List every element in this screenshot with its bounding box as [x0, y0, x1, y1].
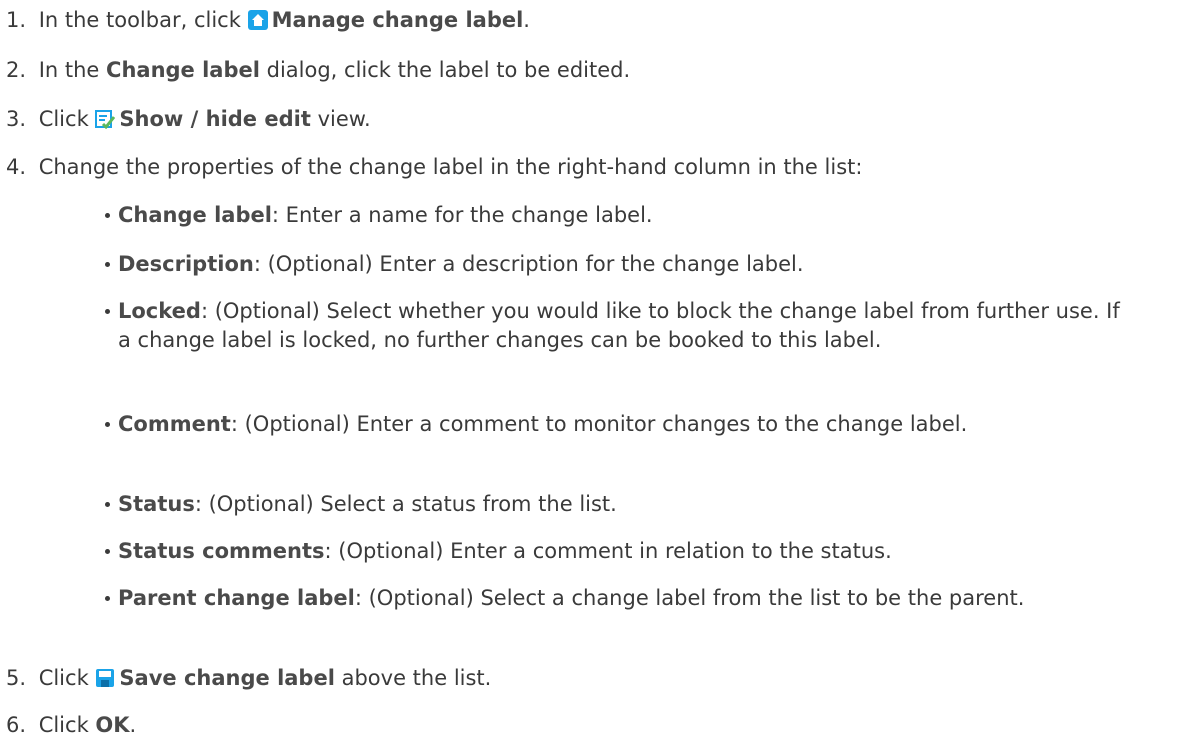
bullet-dot — [105, 213, 110, 218]
step-bold-label: Save change label — [119, 666, 335, 690]
step-text: . — [129, 713, 137, 737]
step-bold-label: Change label — [106, 58, 260, 82]
property-name: Status comments — [118, 539, 325, 563]
step-number: 4. — [6, 155, 27, 179]
step-text: . — [523, 8, 530, 32]
step-6: 6. Click OK. — [6, 711, 136, 739]
step-2: 2. In the Change label dialog, click the… — [6, 56, 630, 84]
property-item-change-label: Change label: Enter a name for the chang… — [105, 201, 1138, 230]
step-text: view. — [317, 107, 371, 131]
step-text: Click — [38, 713, 89, 737]
step-text: Click — [38, 666, 89, 690]
step-bold-label: Manage change label — [271, 8, 524, 32]
property-name: Locked — [118, 299, 201, 323]
step-5: 5. Click Save change label above the lis… — [6, 664, 491, 692]
property-description: : (Optional) Select a status from the li… — [194, 492, 617, 516]
step-4: 4. Change the properties of the change l… — [6, 153, 862, 181]
step-number: 5. — [6, 666, 27, 690]
property-item-parent-change-label: Parent change label: (Optional) Select a… — [105, 584, 1138, 613]
step-text: Change the properties of the change labe… — [38, 155, 863, 179]
step-number: 6. — [6, 713, 27, 737]
step-number: 3. — [6, 107, 27, 131]
property-item-locked: Locked: (Optional) Select whether you wo… — [105, 297, 1138, 355]
bullet-dot — [105, 422, 110, 427]
step-number: 1. — [6, 8, 27, 32]
property-name: Parent change label — [118, 586, 355, 610]
property-description: : (Optional) Select whether you would li… — [118, 299, 1120, 352]
step-text: In the toolbar, click — [38, 8, 241, 32]
step-1: 1. In the toolbar, click Manage change l… — [6, 6, 530, 34]
bullet-dot — [105, 502, 110, 507]
step-text: above the list. — [341, 666, 492, 690]
property-description: : (Optional) Select a change label from … — [354, 586, 1025, 610]
property-name: Change label — [118, 203, 272, 227]
property-description: : (Optional) Enter a comment to monitor … — [230, 412, 968, 436]
step-number: 2. — [6, 58, 27, 82]
step-bold-label: Show / hide edit — [119, 107, 311, 131]
home-icon — [247, 10, 268, 30]
bullet-dot — [105, 309, 110, 314]
instructions-document: 1. In the toolbar, click Manage change l… — [0, 0, 1186, 747]
save-icon — [95, 668, 115, 688]
step-text: dialog, click the label to be edited. — [266, 58, 631, 82]
property-item-comment: Comment: (Optional) Enter a comment to m… — [105, 410, 1138, 439]
property-name: Comment — [118, 412, 231, 436]
step-text: In the — [38, 58, 100, 82]
bullet-dot — [105, 549, 110, 554]
property-description: : (Optional) Enter a description for the… — [253, 252, 804, 276]
property-name: Status — [118, 492, 195, 516]
step-text: Click — [38, 107, 89, 131]
bullet-dot — [105, 262, 110, 267]
property-item-status-comments: Status comments: (Optional) Enter a comm… — [105, 537, 1138, 566]
property-item-description: Description: (Optional) Enter a descript… — [105, 250, 1138, 279]
step-bold-label: OK — [95, 713, 130, 737]
bullet-dot — [105, 596, 110, 601]
property-description: : (Optional) Enter a comment in relation… — [324, 539, 892, 563]
step-3: 3. Click Show / hide edit view. — [6, 105, 371, 133]
edit-view-icon — [95, 109, 116, 129]
property-description: : Enter a name for the change label. — [271, 203, 653, 227]
property-name: Description — [118, 252, 254, 276]
property-item-status: Status: (Optional) Select a status from … — [105, 490, 1138, 519]
